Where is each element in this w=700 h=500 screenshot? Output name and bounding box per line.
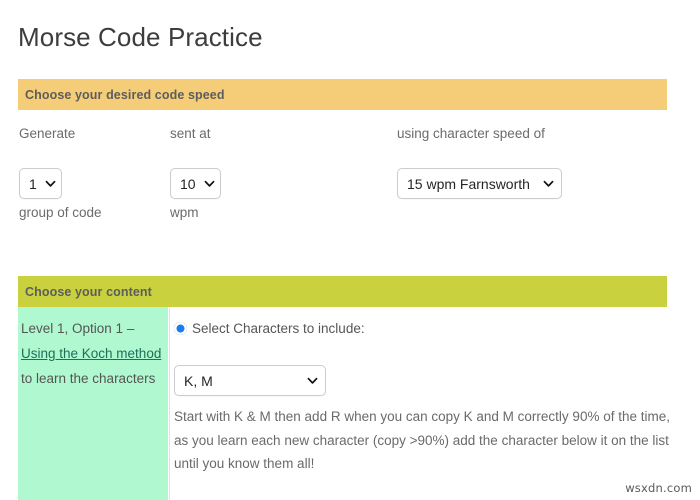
page-title: Morse Code Practice <box>18 21 263 53</box>
level-option-line3: to learn the characters <box>21 371 155 386</box>
select-group-count-value: 1 <box>29 177 37 191</box>
morse-code-practice-page: Morse Code Practice Choose your desired … <box>0 0 700 500</box>
sublabel-wpm: wpm <box>170 205 199 220</box>
section-banner-code-speed: Choose your desired code speed <box>18 79 667 110</box>
content-options: Select Characters to include: K, M Start… <box>170 307 680 500</box>
label-sent-at: sent at <box>170 126 211 141</box>
radio-select-characters-row[interactable]: Select Characters to include: <box>174 321 365 336</box>
select-character-speed-value: 15 wpm Farnsworth <box>407 177 530 191</box>
sublabel-group-of-code: group of code <box>19 205 102 220</box>
select-wpm-value: 10 <box>180 177 196 191</box>
section-banner-content: Choose your content <box>18 276 667 307</box>
select-characters-value: K, M <box>184 374 213 388</box>
level-option-text: Level 1, Option 1 – Using the Koch metho… <box>21 316 171 391</box>
chevron-down-icon <box>45 178 56 189</box>
radio-select-characters-label: Select Characters to include: <box>192 321 365 336</box>
characters-helper-text: Start with K & M then add R when you can… <box>174 405 674 476</box>
section-banner-code-speed-label: Choose your desired code speed <box>18 88 225 102</box>
chevron-down-icon <box>204 178 215 189</box>
chevron-down-icon <box>543 178 554 189</box>
level-option-line1: Level 1, Option 1 – <box>21 321 134 336</box>
code-speed-section: Generate sent at using character speed o… <box>0 110 700 270</box>
label-generate: Generate <box>19 126 75 141</box>
select-characters[interactable]: K, M <box>174 365 326 396</box>
radio-select-characters[interactable] <box>174 322 187 335</box>
chevron-down-icon <box>307 375 318 386</box>
select-wpm[interactable]: 10 <box>170 168 221 199</box>
watermark: wsxdn.com <box>625 481 692 495</box>
select-group-count[interactable]: 1 <box>19 168 62 199</box>
koch-method-link[interactable]: Using the Koch method <box>21 346 161 361</box>
label-using-character-speed-of: using character speed of <box>397 126 545 141</box>
section-banner-content-label: Choose your content <box>18 285 152 299</box>
select-character-speed[interactable]: 15 wpm Farnsworth <box>397 168 562 199</box>
level-option-panel: Level 1, Option 1 – Using the Koch metho… <box>18 307 168 500</box>
content-section: Level 1, Option 1 – Using the Koch metho… <box>0 307 700 500</box>
